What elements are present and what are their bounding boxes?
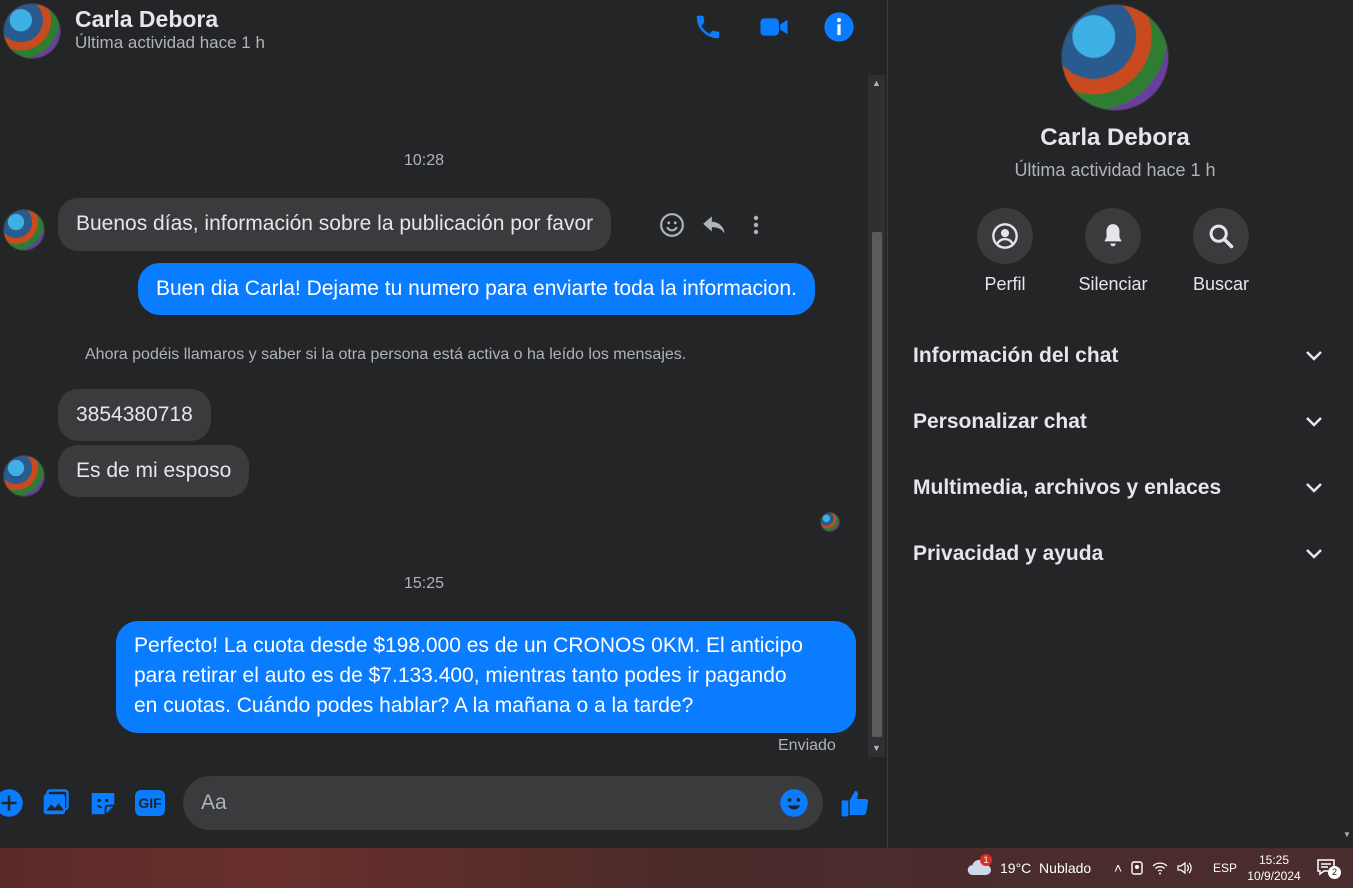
chevron-down-icon xyxy=(1306,483,1322,493)
message-timestamp: 10:28 xyxy=(404,152,445,169)
meet-now-icon[interactable] xyxy=(1130,861,1144,875)
chat-scrollbar-thumb[interactable] xyxy=(872,232,882,737)
bell-icon xyxy=(1085,208,1141,264)
message-actions xyxy=(658,208,770,242)
scroll-up-arrow-icon[interactable]: ▲ xyxy=(868,75,885,92)
profile-avatar[interactable] xyxy=(1061,4,1169,111)
image-attach-icon[interactable] xyxy=(38,786,72,820)
weather-widget[interactable]: 1 19°C Nublado xyxy=(966,848,1091,888)
chat-column: Carla Debora Última actividad hace 1 h ▲… xyxy=(0,0,888,848)
message-input[interactable] xyxy=(201,776,761,830)
contact-avatar[interactable] xyxy=(3,3,61,59)
notifications-icon: 2 xyxy=(1316,858,1341,879)
message-line: Perfecto! La cuota desde $198.000 es de … xyxy=(134,634,803,657)
section-label: Multimedia, archivos y enlaces xyxy=(913,476,1222,499)
language-indicator[interactable]: ESP xyxy=(1213,848,1237,888)
thumbs-up-icon[interactable] xyxy=(838,786,872,820)
react-smiley-icon[interactable] xyxy=(658,211,686,239)
weather-text: 19°C Nublado xyxy=(1000,860,1092,876)
chevron-down-icon xyxy=(1306,417,1322,427)
profile-button[interactable]: Perfil xyxy=(960,208,1050,295)
system-note: Ahora podéis llamaros y saber si la otra… xyxy=(85,346,687,363)
volume-icon[interactable] xyxy=(1176,861,1192,875)
video-call-icon[interactable] xyxy=(757,10,791,44)
section-label: Personalizar chat xyxy=(913,410,1087,433)
chevron-up-icon[interactable]: ˄ xyxy=(1114,860,1122,876)
message-line: en cuotas. Cuándo podes hablar? A la mañ… xyxy=(134,694,694,717)
incoming-message[interactable]: Es de mi esposo xyxy=(58,445,250,497)
outgoing-message[interactable]: Buen dia Carla! Dejame tu numero para en… xyxy=(138,263,815,315)
message-input-box[interactable] xyxy=(183,776,823,830)
section-customize-chat[interactable]: Personalizar chat xyxy=(913,397,1323,447)
chevron-down-icon xyxy=(1306,549,1322,559)
incoming-message[interactable]: Buenos días, información sobre la public… xyxy=(58,198,612,251)
more-options-icon[interactable] xyxy=(742,211,770,239)
profile-label: Perfil xyxy=(984,274,1026,294)
sender-avatar[interactable] xyxy=(3,209,45,251)
sticker-icon[interactable] xyxy=(86,786,120,820)
section-chat-info[interactable]: Información del chat xyxy=(913,331,1323,381)
section-label: Privacidad y ayuda xyxy=(913,542,1104,565)
scroll-down-arrow-icon[interactable]: ▼ xyxy=(868,740,885,757)
reply-icon[interactable] xyxy=(700,211,728,239)
clock[interactable]: 15:25 10/9/2024 xyxy=(1244,848,1304,888)
gif-label: GIF xyxy=(135,790,165,816)
notifications-count: 2 xyxy=(1328,866,1341,879)
section-label: Información del chat xyxy=(913,344,1119,367)
contact-status: Última actividad hace 1 h xyxy=(75,33,265,52)
mute-button[interactable]: Silenciar xyxy=(1068,208,1158,295)
emoji-icon[interactable] xyxy=(779,788,809,818)
message-timestamp: 15:25 xyxy=(404,575,445,592)
messenger-window: Carla Debora Última actividad hace 1 h ▲… xyxy=(0,0,1353,848)
incoming-message[interactable]: 3854380718 xyxy=(58,389,211,441)
search-icon xyxy=(1193,208,1249,264)
gif-icon[interactable]: GIF xyxy=(133,786,167,820)
cloud-icon: 1 xyxy=(966,854,994,878)
profile-status: Última actividad hace 1 h xyxy=(1014,160,1216,180)
weather-badge: 1 xyxy=(980,854,992,866)
sender-avatar[interactable] xyxy=(3,455,45,497)
panel-scroll-down-icon[interactable]: ▼ xyxy=(1342,830,1352,840)
panel-scrollbar[interactable]: ▼ xyxy=(1341,0,1353,848)
message-line: para retirar el auto es de $7.133.400, m… xyxy=(134,664,787,687)
call-icon[interactable] xyxy=(691,10,725,44)
sent-status: Enviado xyxy=(778,737,836,754)
info-icon[interactable] xyxy=(822,10,856,44)
read-receipt-avatar xyxy=(820,512,840,532)
contact-name[interactable]: Carla Debora xyxy=(75,6,218,33)
conversation-info-panel: Carla Debora Última actividad hace 1 h P… xyxy=(889,0,1353,848)
system-tray: ˄ xyxy=(1114,848,1192,888)
profile-icon xyxy=(977,208,1033,264)
outgoing-message[interactable]: Perfecto! La cuota desde $198.000 es de … xyxy=(116,621,856,733)
chat-header: Carla Debora Última actividad hace 1 h xyxy=(0,0,888,60)
clock-date: 10/9/2024 xyxy=(1247,869,1301,883)
search-button[interactable]: Buscar xyxy=(1176,208,1266,295)
windows-taskbar: 1 19°C Nublado ˄ ESP 15:25 10/9/2024 2 xyxy=(0,848,1353,888)
search-label: Buscar xyxy=(1192,274,1250,294)
chevron-down-icon xyxy=(1306,351,1322,361)
clock-time: 15:25 xyxy=(1258,853,1290,867)
add-icon[interactable] xyxy=(0,786,26,820)
mute-label: Silenciar xyxy=(1078,274,1148,294)
section-privacy-help[interactable]: Privacidad y ayuda xyxy=(913,529,1323,579)
notifications-button[interactable]: 2 xyxy=(1316,848,1341,888)
section-media-files[interactable]: Multimedia, archivos y enlaces xyxy=(913,463,1323,513)
profile-name: Carla Debora xyxy=(1040,124,1190,151)
wifi-icon[interactable] xyxy=(1152,861,1168,875)
